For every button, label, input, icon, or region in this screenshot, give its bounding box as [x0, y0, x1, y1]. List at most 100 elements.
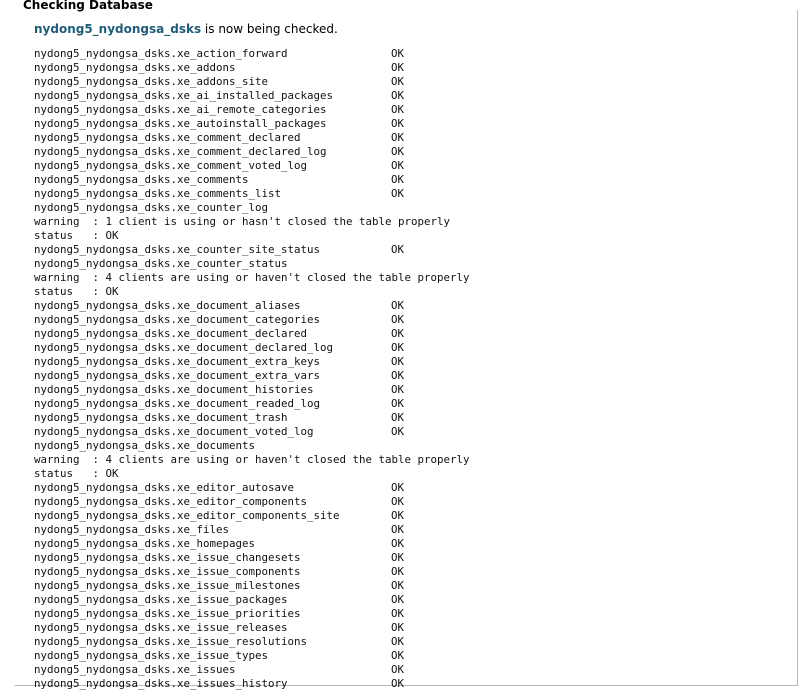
log-line: nydong5_nydongsa_dsks.xe_issue_changeset… — [34, 551, 404, 565]
log-line-status: OK — [391, 117, 405, 130]
log-line: nydong5_nydongsa_dsks.xe_homepages OK — [34, 537, 404, 551]
log-line-status: OK — [391, 103, 405, 116]
log-line-status: OK — [391, 313, 405, 326]
log-line-text: nydong5_nydongsa_dsks.xe_homepages — [34, 537, 256, 550]
log-line-status: OK — [391, 341, 405, 354]
log-line: nydong5_nydongsa_dsks.xe_document_extra_… — [34, 355, 404, 369]
log-line-text: status : OK — [34, 285, 119, 298]
log-line: nydong5_nydongsa_dsks.xe_issue_types OK — [34, 649, 404, 663]
log-line: warning : 4 clients are using or haven't… — [34, 453, 470, 467]
log-line-status: OK — [391, 327, 405, 340]
log-line-text: nydong5_nydongsa_dsks.xe_comments — [34, 173, 249, 186]
log-line-status: OK — [391, 89, 405, 102]
log-line: nydong5_nydongsa_dsks.xe_comments OK — [34, 173, 404, 187]
log-line: nydong5_nydongsa_dsks.xe_editor_autosave… — [34, 481, 404, 495]
log-line-status: OK — [391, 425, 405, 438]
log-line-status: OK — [391, 75, 405, 88]
log-line-text: nydong5_nydongsa_dsks.xe_document_declar… — [34, 341, 334, 354]
log-line: nydong5_nydongsa_dsks.xe_action_forward O… — [34, 47, 404, 61]
log-line: nydong5_nydongsa_dsks.xe_ai_installed_pa… — [34, 89, 404, 103]
log-line: nydong5_nydongsa_dsks.xe_issues OK — [34, 663, 404, 677]
log-line-status: OK — [391, 173, 405, 186]
log-line: nydong5_nydongsa_dsks.xe_comments_list OK — [34, 187, 404, 201]
log-line-text: nydong5_nydongsa_dsks.xe_ai_installed_pa… — [34, 89, 334, 102]
check-log: nydong5_nydongsa_dsks.xe_action_forward O… — [34, 47, 470, 691]
log-line-status: OK — [391, 607, 405, 620]
log-line-text: nydong5_nydongsa_dsks.xe_autoinstall_pac… — [34, 117, 327, 130]
log-line-status: OK — [391, 635, 405, 648]
log-line: nydong5_nydongsa_dsks.xe_document_trash O… — [34, 411, 404, 425]
log-line-status: OK — [391, 145, 405, 158]
log-line-text: nydong5_nydongsa_dsks.xe_editor_componen… — [34, 509, 340, 522]
log-line-text: nydong5_nydongsa_dsks.xe_addons — [34, 61, 236, 74]
log-line-status: OK — [391, 187, 405, 200]
log-line-text: nydong5_nydongsa_dsks.xe_comment_declare… — [34, 131, 301, 144]
log-line-status: OK — [391, 47, 405, 60]
log-line-text: nydong5_nydongsa_dsks.xe_counter_log — [34, 201, 269, 214]
log-line-status: OK — [391, 537, 405, 550]
log-line-text: nydong5_nydongsa_dsks.xe_document_readed… — [34, 397, 321, 410]
check-intro-text: is now being checked. — [201, 22, 338, 36]
log-line: status : OK — [34, 229, 404, 243]
log-line-text: nydong5_nydongsa_dsks.xe_issue_types — [34, 649, 269, 662]
log-line-text: status : OK — [34, 467, 119, 480]
log-line: warning : 4 clients are using or haven't… — [34, 271, 470, 285]
log-line-status: OK — [391, 509, 405, 522]
log-line-text: nydong5_nydongsa_dsks.xe_counter_status — [34, 257, 288, 270]
log-line-status: OK — [391, 159, 405, 172]
log-line: nydong5_nydongsa_dsks.xe_document_declar… — [34, 341, 404, 355]
log-line-status: OK — [391, 131, 405, 144]
log-line-text: warning : 4 clients are using or haven't… — [34, 453, 470, 466]
log-line-status: OK — [391, 551, 405, 564]
log-line-text: status : OK — [34, 229, 119, 242]
log-line-text: nydong5_nydongsa_dsks.xe_addons_site — [34, 75, 269, 88]
log-line-text: warning : 4 clients are using or haven't… — [34, 271, 470, 284]
log-line-text: nydong5_nydongsa_dsks.xe_issue_packages — [34, 593, 288, 606]
log-line: nydong5_nydongsa_dsks.xe_document_voted_… — [34, 425, 404, 439]
log-line: nydong5_nydongsa_dsks.xe_issue_resolutio… — [34, 635, 404, 649]
log-line-status: OK — [391, 481, 405, 494]
log-line-status: OK — [391, 369, 405, 382]
log-line-text: nydong5_nydongsa_dsks.xe_counter_site_st… — [34, 243, 321, 256]
log-line: nydong5_nydongsa_dsks.xe_comment_declare… — [34, 145, 404, 159]
log-line-text: nydong5_nydongsa_dsks.xe_document_histor… — [34, 383, 314, 396]
log-line: nydong5_nydongsa_dsks.xe_issue_milestone… — [34, 579, 404, 593]
log-line-status: OK — [391, 565, 405, 578]
log-line-text: nydong5_nydongsa_dsks.xe_document_voted_… — [34, 425, 314, 438]
log-line: nydong5_nydongsa_dsks.xe_autoinstall_pac… — [34, 117, 404, 131]
log-line: nydong5_nydongsa_dsks.xe_addons_site OK — [34, 75, 404, 89]
log-line: nydong5_nydongsa_dsks.xe_comment_voted_l… — [34, 159, 404, 173]
log-line-text: nydong5_nydongsa_dsks.xe_document_extra_… — [34, 355, 321, 368]
log-line: nydong5_nydongsa_dsks.xe_counter_site_st… — [34, 243, 404, 257]
log-line-status: OK — [391, 579, 405, 592]
log-line-text: nydong5_nydongsa_dsks.xe_document_extra_… — [34, 369, 321, 382]
log-line: nydong5_nydongsa_dsks.xe_document_extra_… — [34, 369, 404, 383]
log-line-text: nydong5_nydongsa_dsks.xe_document_catego… — [34, 313, 321, 326]
log-line: warning : 1 client is using or hasn't cl… — [34, 215, 450, 229]
log-line-text: nydong5_nydongsa_dsks.xe_issue_resolutio… — [34, 635, 308, 648]
log-line: status : OK — [34, 467, 404, 481]
log-line: nydong5_nydongsa_dsks.xe_addons OK — [34, 61, 404, 75]
log-line-text: nydong5_nydongsa_dsks.xe_document_declar… — [34, 327, 308, 340]
log-line: nydong5_nydongsa_dsks.xe_document_catego… — [34, 313, 404, 327]
log-line: nydong5_nydongsa_dsks.xe_ai_remote_categ… — [34, 103, 404, 117]
log-line: nydong5_nydongsa_dsks.xe_issue_prioritie… — [34, 607, 404, 621]
log-line: nydong5_nydongsa_dsks.xe_editor_componen… — [34, 509, 404, 523]
log-line: nydong5_nydongsa_dsks.xe_document_histor… — [34, 383, 404, 397]
log-line: nydong5_nydongsa_dsks.xe_comment_declare… — [34, 131, 404, 145]
log-line-status: OK — [391, 621, 405, 634]
log-line-status: OK — [391, 383, 405, 396]
log-line-text: nydong5_nydongsa_dsks.xe_comment_voted_l… — [34, 159, 308, 172]
log-line: nydong5_nydongsa_dsks.xe_issue_releases O… — [34, 621, 404, 635]
log-line-status: OK — [391, 523, 405, 536]
log-line-status: OK — [391, 663, 405, 676]
log-line-text: nydong5_nydongsa_dsks.xe_editor_componen… — [34, 495, 308, 508]
log-line: nydong5_nydongsa_dsks.xe_documents — [34, 439, 404, 453]
log-line-text: nydong5_nydongsa_dsks.xe_editor_autosave — [34, 481, 295, 494]
log-line-text: nydong5_nydongsa_dsks.xe_documents — [34, 439, 256, 452]
log-line-text: nydong5_nydongsa_dsks.xe_document_trash — [34, 411, 288, 424]
log-line-text: nydong5_nydongsa_dsks.xe_issue_milestone… — [34, 579, 301, 592]
log-line-text: nydong5_nydongsa_dsks.xe_issue_component… — [34, 565, 301, 578]
log-line-text: nydong5_nydongsa_dsks.xe_issue_changeset… — [34, 551, 301, 564]
database-name: nydong5_nydongsa_dsks — [34, 22, 202, 36]
